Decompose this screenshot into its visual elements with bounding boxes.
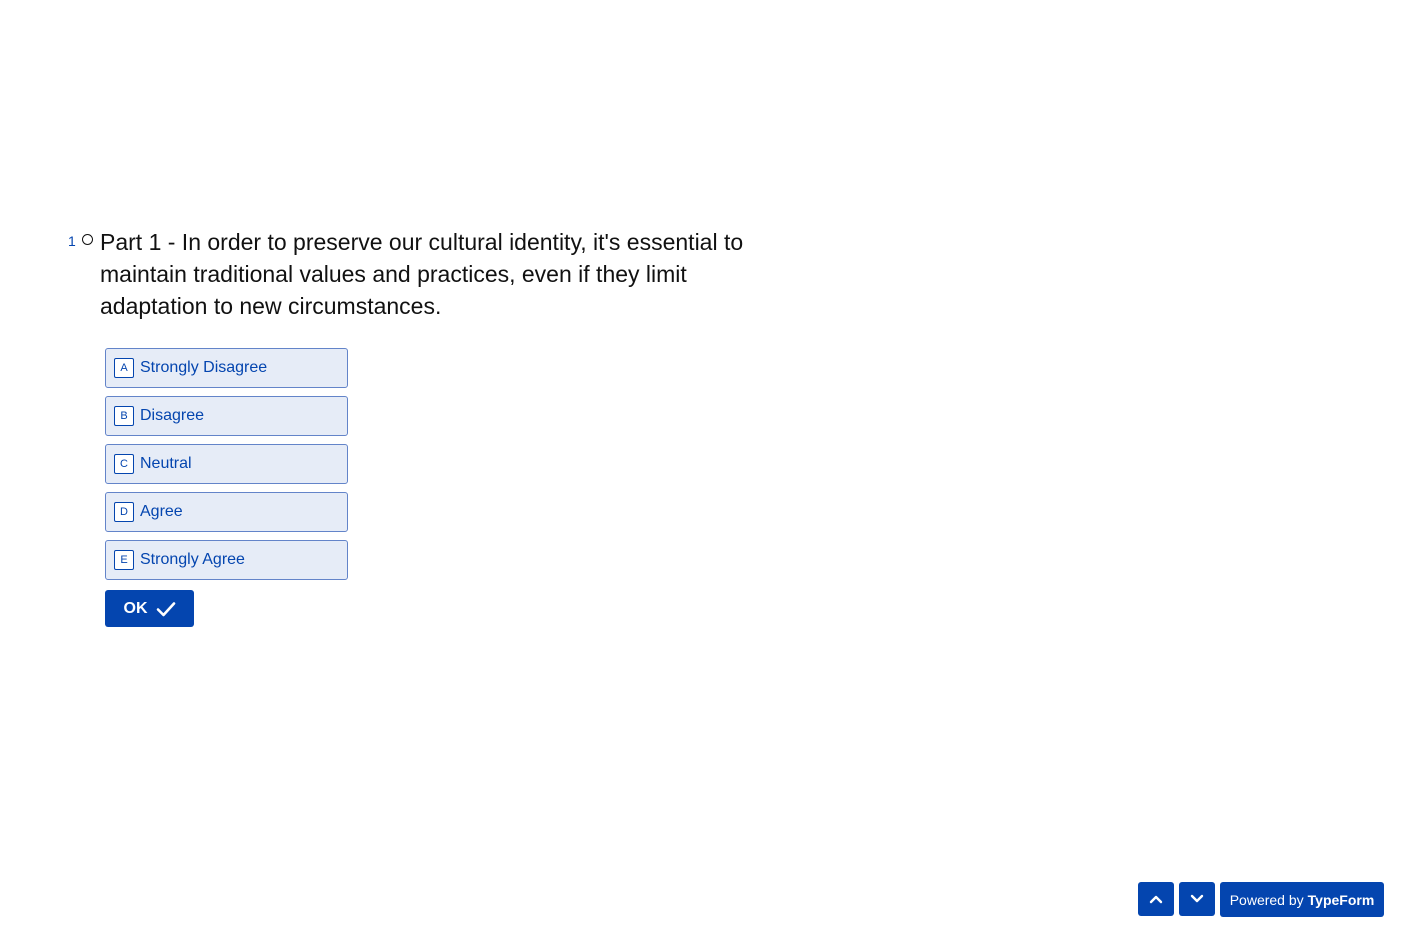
choice-disagree[interactable]: B Disagree <box>105 396 348 436</box>
choice-key: B <box>114 406 134 426</box>
next-question-button[interactable] <box>1179 882 1215 916</box>
choice-key: A <box>114 358 134 378</box>
choice-strongly-disagree[interactable]: A Strongly Disagree <box>105 348 348 388</box>
choice-strongly-agree[interactable]: E Strongly Agree <box>105 540 348 580</box>
choice-label: Strongly Disagree <box>140 359 268 376</box>
choice-key: D <box>114 502 134 522</box>
choice-neutral[interactable]: C Neutral <box>105 444 348 484</box>
choice-label: Strongly Agree <box>140 551 245 568</box>
choice-label: Agree <box>140 503 183 520</box>
choice-list: A Strongly Disagree B Disagree C Neutral… <box>105 348 808 580</box>
question-block: 1 Part 1 - In order to preserve our cult… <box>68 226 808 627</box>
powered-by-brand: TypeForm <box>1307 891 1375 908</box>
ok-button-label: OK <box>123 599 148 617</box>
previous-question-button[interactable] <box>1138 882 1174 916</box>
powered-by-badge[interactable]: Powered by TypeForm <box>1220 882 1384 917</box>
form-page: 1 Part 1 - In order to preserve our cult… <box>0 0 1401 929</box>
choice-label: Neutral <box>140 455 192 472</box>
chevron-up-icon <box>1149 895 1163 904</box>
choice-agree[interactable]: D Agree <box>105 492 348 532</box>
powered-by-prefix: Powered by <box>1229 891 1304 908</box>
chevron-down-icon <box>1190 894 1204 903</box>
question-header: 1 Part 1 - In order to preserve our cult… <box>68 226 808 322</box>
footer-controls: Powered by TypeForm <box>1138 882 1384 917</box>
question-number: 1 <box>68 233 76 249</box>
choice-key: E <box>114 550 134 570</box>
question-text: Part 1 - In order to preserve our cultur… <box>100 229 744 319</box>
question-circle-icon <box>82 234 93 245</box>
choice-label: Disagree <box>140 407 205 424</box>
check-icon <box>156 601 175 616</box>
ok-button[interactable]: OK <box>105 590 194 627</box>
choice-key: C <box>114 454 134 474</box>
